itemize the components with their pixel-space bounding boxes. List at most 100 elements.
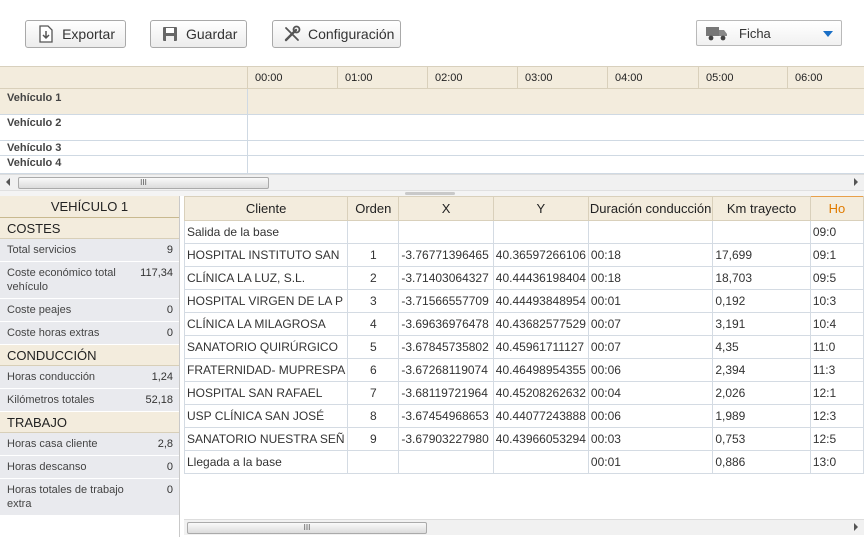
table-cell: Salida de la base — [184, 220, 349, 244]
table-cell: 7 — [347, 381, 400, 405]
configuration-label: Configuración — [308, 26, 395, 42]
column-header[interactable]: X — [398, 196, 494, 221]
table-cell: 1,989 — [712, 404, 811, 428]
table-row[interactable]: FRATERNIDAD- MUPRESPA 6 -3.67268119074 40.4… — [184, 358, 864, 382]
timeline-hour: 03:00 — [517, 67, 607, 89]
table-cell: HOSPITAL VIRGEN DE LA P — [184, 289, 349, 313]
table-cell: 00:18 — [587, 243, 714, 267]
table-cell: 10:4 — [809, 312, 864, 336]
table-cell: 0,192 — [712, 289, 811, 313]
table-cell: HOSPITAL SAN RAFAEL — [184, 381, 349, 405]
summary-value: 9 — [166, 244, 173, 256]
table-cell: 2,394 — [712, 358, 811, 382]
column-header[interactable]: Km trayecto — [712, 196, 811, 221]
summary-label: Horas conducción — [7, 371, 96, 383]
table-cell: -3.71566557709 — [398, 289, 494, 313]
timeline-hour: 06:00 — [787, 67, 864, 89]
summary-label: Total servicios — [7, 244, 77, 256]
scrollbar-thumb[interactable]: III — [18, 177, 269, 189]
table-cell — [347, 220, 400, 244]
table-cell: 2,026 — [712, 381, 811, 405]
table-row[interactable]: USP CLÍNICA SAN JOSÉ 8 -3.67454968653 40.44… — [184, 404, 864, 428]
timeline-horizontal-scrollbar[interactable]: III — [0, 174, 864, 190]
table-cell: 40.43966053294 — [492, 427, 589, 451]
scroll-right-icon[interactable] — [854, 523, 858, 531]
save-button[interactable]: Guardar — [150, 20, 247, 48]
table-cell: -3.67845735802 — [398, 335, 494, 359]
summary-value: 117,34 — [140, 267, 173, 279]
table-row[interactable]: CLÍNICA LA MILAGROSA 4 -3.69636976478 40.43… — [184, 312, 864, 336]
table-cell: 12:3 — [809, 404, 864, 428]
timeline-hour: 05:00 — [698, 67, 787, 89]
toolbar: Exportar Guardar Configuración Ficha — [0, 0, 864, 66]
table-cell: SANATORIO NUESTRA SEÑ — [184, 427, 349, 451]
view-mode-select[interactable]: Ficha — [696, 20, 842, 46]
table-cell: 2 — [347, 266, 400, 290]
table-cell: USP CLÍNICA SAN JOSÉ — [184, 404, 349, 428]
scroll-left-icon[interactable] — [6, 178, 10, 186]
section-costs: COSTES — [0, 218, 179, 239]
scroll-right-icon[interactable] — [854, 178, 858, 186]
table-cell: -3.67268119074 — [398, 358, 494, 382]
table-row[interactable]: HOSPITAL INSTITUTO SAN 1 -3.76771396465 40.… — [184, 243, 864, 267]
summary-row: Horas conducción 1,24 — [0, 366, 179, 389]
summary-row: Horas casa cliente 2,8 — [0, 433, 179, 456]
timeline-hour: 02:00 — [427, 67, 517, 89]
table-cell: 09:1 — [809, 243, 864, 267]
column-header[interactable]: Duración conducción — [587, 196, 714, 221]
summary-label: Coste económico total vehículo — [7, 267, 116, 293]
table-cell: 00:06 — [587, 358, 714, 382]
export-button[interactable]: Exportar — [25, 20, 126, 48]
table-cell: 00:06 — [587, 404, 714, 428]
column-header[interactable]: Y — [492, 196, 589, 221]
table-cell: Llegada a la base — [184, 450, 349, 474]
summary-row: Coste horas extras 0 — [0, 322, 179, 345]
scrollbar-thumb[interactable]: III — [187, 522, 427, 534]
timeline-row-label: Vehículo 2 — [0, 115, 248, 140]
table-cell: 5 — [347, 335, 400, 359]
table-row[interactable]: CLÍNICA LA LUZ, S.L. 2 -3.71403064327 40.44… — [184, 266, 864, 290]
table-cell: 0,886 — [712, 450, 811, 474]
table-cell: 40.44436198404 — [492, 266, 589, 290]
table-cell — [398, 450, 494, 474]
table-row[interactable]: Llegada a la base 00:01 0,886 13:0 — [184, 450, 864, 474]
table-cell: 12:5 — [809, 427, 864, 451]
table-row[interactable]: SANATORIO QUIRÚRGICO 5 -3.67845735802 40.45… — [184, 335, 864, 359]
timeline-hour: 04:00 — [607, 67, 698, 89]
column-header[interactable]: Orden — [347, 196, 400, 221]
table-horizontal-scrollbar[interactable]: III — [184, 519, 864, 535]
table-header: Cliente Orden X Y Duración conducción Km tray… — [184, 196, 864, 221]
splitter-grip[interactable] — [405, 192, 455, 195]
timeline-row-vehicle-4[interactable]: Vehículo 4 — [0, 156, 864, 174]
summary-label: Kilómetros totales — [7, 394, 95, 406]
table-cell: 8 — [347, 404, 400, 428]
table-cell — [398, 220, 494, 244]
column-header[interactable]: Cliente — [184, 196, 349, 221]
timeline-row-vehicle-3[interactable]: Vehículo 3 — [0, 141, 864, 156]
table-body: Salida de la base 09:0 HOSPITAL INSTITUTO … — [184, 220, 864, 474]
configuration-button[interactable]: Configuración — [272, 20, 401, 48]
table-cell: 40.44493848954 — [492, 289, 589, 313]
table-cell: FRATERNIDAD- MUPRESPA — [184, 358, 349, 382]
summary-row: Coste económico total vehículo 117,34 — [0, 262, 179, 299]
timeline-row-label: Vehículo 4 — [0, 156, 248, 173]
section-driving: CONDUCCIÓN — [0, 345, 179, 366]
table-cell — [492, 220, 589, 244]
summary-row: Total servicios 9 — [0, 239, 179, 262]
table-cell: 40.46498954355 — [492, 358, 589, 382]
column-header[interactable]: Ho — [809, 196, 864, 221]
timeline-row-vehicle-1[interactable]: Vehículo 1 — [0, 89, 864, 115]
table-cell: 1 — [347, 243, 400, 267]
timeline-row-vehicle-2[interactable]: Vehículo 2 — [0, 115, 864, 141]
table-cell: 3,191 — [712, 312, 811, 336]
table-cell: 3 — [347, 289, 400, 313]
table-row[interactable]: SANATORIO NUESTRA SEÑ 9 -3.67903227980 40.4… — [184, 427, 864, 451]
summary-value: 52,18 — [145, 394, 173, 406]
summary-value: 0 — [166, 484, 173, 496]
header-row: Cliente Orden X Y Duración conducción Km tray… — [184, 196, 864, 221]
truck-icon — [705, 24, 729, 42]
table-row[interactable]: HOSPITAL SAN RAFAEL 7 -3.68119721964 40.452… — [184, 381, 864, 405]
table-row[interactable]: Salida de la base 09:0 — [184, 220, 864, 244]
timeline-hour: 01:00 — [337, 67, 427, 89]
table-row[interactable]: HOSPITAL VIRGEN DE LA P 3 -3.71566557709 40… — [184, 289, 864, 313]
